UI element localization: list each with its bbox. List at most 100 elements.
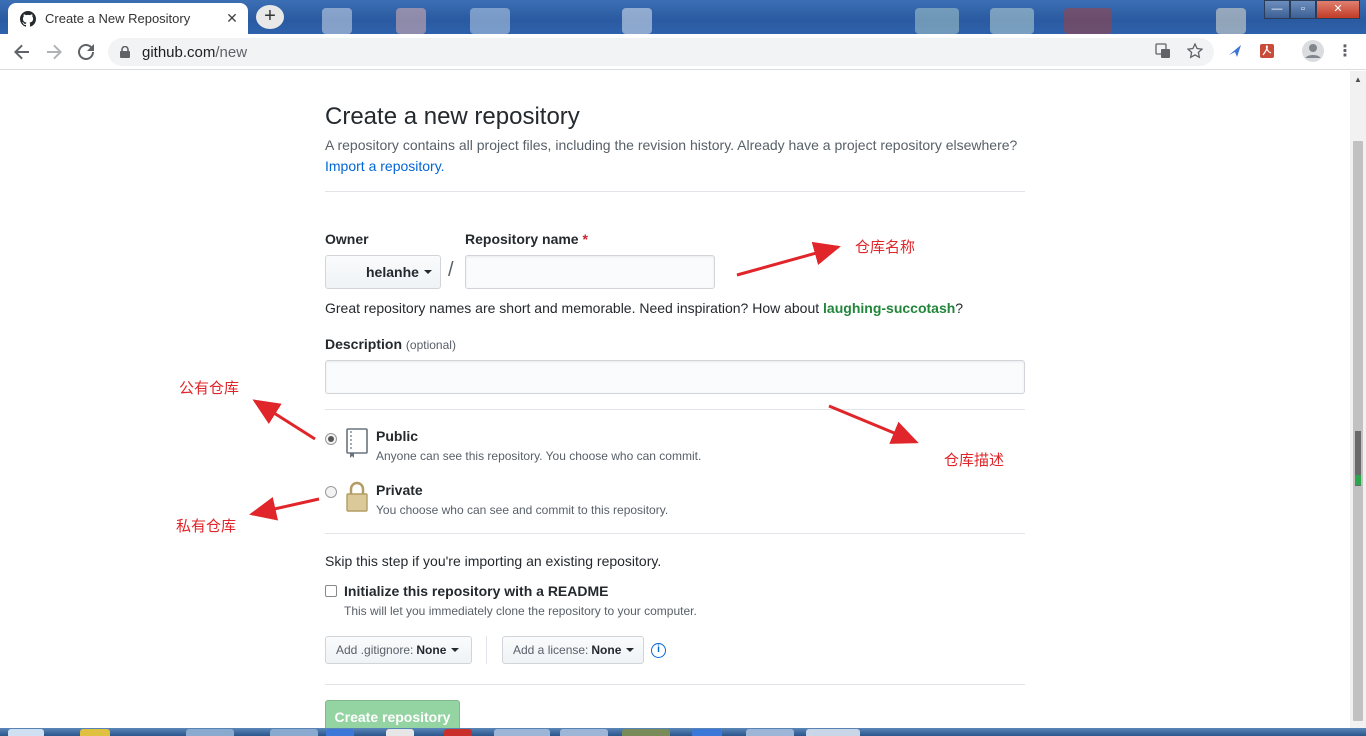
divider: [325, 191, 1025, 192]
taskbar-app[interactable]: [806, 729, 860, 736]
repo-name-label-text: Repository name: [465, 231, 579, 247]
create-repository-button[interactable]: Create repository: [325, 700, 460, 728]
public-title: Public: [376, 428, 419, 444]
gitignore-value: None: [416, 643, 447, 657]
taskbar-app[interactable]: [746, 729, 794, 736]
desktop-icon: [915, 8, 959, 34]
taskbar-app[interactable]: [386, 729, 414, 736]
profile-avatar-icon[interactable]: [1301, 40, 1325, 64]
required-mark: *: [582, 231, 588, 247]
caret-down-icon: [626, 648, 635, 652]
taskbar-app[interactable]: [186, 729, 234, 736]
caret-down-icon: [423, 270, 432, 274]
taskbar-app[interactable]: [444, 729, 472, 736]
bookmark-star-icon[interactable]: [1186, 42, 1204, 61]
readme-checkbox[interactable]: [325, 585, 337, 597]
repo-book-icon: [346, 428, 368, 458]
subtitle-text: A repository contains all project files,…: [325, 137, 1018, 153]
page-content: Create a new repository A repository con…: [0, 71, 1350, 728]
browser-tab-active[interactable]: Create a New Repository ✕: [8, 3, 248, 34]
gitignore-label: Add .gitignore:: [336, 643, 414, 657]
forward-arrow-icon[interactable]: [42, 40, 66, 64]
start-button[interactable]: [8, 729, 44, 736]
taskbar-app[interactable]: [692, 729, 722, 736]
back-arrow-icon[interactable]: [10, 40, 34, 64]
arrow-public: [252, 399, 316, 441]
owner-select-button[interactable]: helanhe: [325, 255, 441, 289]
arrow-description: [828, 404, 919, 444]
address-bar[interactable]: github.com/new: [108, 38, 1214, 66]
taskbar-app[interactable]: [270, 729, 318, 736]
public-description: Anyone can see this repository. You choo…: [376, 449, 702, 463]
tab-title: Create a New Repository: [45, 11, 191, 26]
scroll-marker-active: [1355, 475, 1361, 485]
import-repository-link[interactable]: Import a repository.: [325, 158, 445, 174]
url-host: github.com: [142, 43, 216, 61]
private-description: You choose who can see and commit to thi…: [376, 503, 669, 517]
owner-label: Owner: [325, 231, 369, 247]
owner-name: helanhe: [366, 264, 419, 280]
lock-icon: [346, 481, 368, 512]
reload-icon[interactable]: [74, 40, 98, 64]
os-taskbar: [0, 728, 1366, 736]
info-icon[interactable]: i: [651, 643, 666, 658]
annotation-description: 仓库描述: [944, 451, 1005, 469]
browser-toolbar: github.com/new ⋮: [0, 34, 1366, 70]
readme-description: This will let you immediately clone the …: [344, 604, 697, 618]
translate-icon[interactable]: [1154, 43, 1172, 61]
divider: [325, 409, 1025, 410]
description-label-text: Description: [325, 336, 403, 352]
desktop-icon: [990, 8, 1034, 34]
lock-icon: [120, 46, 130, 58]
window-close-button[interactable]: ✕: [1316, 0, 1360, 19]
browser-menu-icon[interactable]: ⋮: [1336, 43, 1354, 61]
taskbar-app[interactable]: [494, 729, 550, 736]
license-select-button[interactable]: Add a license: None: [502, 636, 644, 664]
taskbar-app[interactable]: [326, 729, 354, 736]
taskbar-app[interactable]: [80, 729, 110, 736]
desktop-icon: [470, 8, 510, 34]
scroll-up-icon[interactable]: ▲: [1354, 75, 1362, 84]
minimize-button[interactable]: —: [1264, 0, 1290, 19]
license-value: None: [591, 643, 622, 657]
gitignore-select-button[interactable]: Add .gitignore: None: [325, 636, 472, 664]
taskbar-app[interactable]: [622, 729, 670, 736]
extension-bird-icon[interactable]: [1226, 43, 1244, 61]
hint-text: Great repository names are short and mem…: [325, 300, 820, 316]
browser-titlebar: Create a New Repository ✕ + — ▫ ✕: [0, 0, 1366, 34]
repo-name-input[interactable]: [465, 255, 715, 289]
divider: [325, 533, 1025, 534]
private-title: Private: [376, 482, 423, 498]
license-label: Add a license:: [513, 643, 589, 657]
readme-title: Initialize this repository with a README: [344, 583, 609, 599]
tab-close-icon[interactable]: ✕: [224, 10, 240, 27]
suggested-name-link[interactable]: laughing-succotash: [823, 300, 955, 316]
desktop-icon: [622, 8, 652, 34]
public-radio[interactable]: [325, 433, 337, 445]
maximize-button[interactable]: ▫: [1290, 0, 1316, 19]
annotation-repo-name: 仓库名称: [855, 238, 916, 256]
extension-pdf-icon[interactable]: [1258, 43, 1276, 61]
url-path: /new: [215, 43, 248, 61]
github-favicon-icon: [20, 10, 36, 27]
desktop-icon: [1216, 8, 1246, 34]
private-radio[interactable]: [325, 486, 337, 498]
description-input[interactable]: [325, 360, 1025, 394]
repo-name-label: Repository name *: [465, 231, 588, 247]
desktop-icon: [322, 8, 352, 34]
new-tab-button[interactable]: +: [256, 5, 284, 29]
page-subtitle: A repository contains all project files,…: [325, 135, 1025, 177]
skip-step-text: Skip this step if you're importing an ex…: [325, 553, 662, 569]
owner-repo-separator: /: [448, 259, 454, 281]
caret-down-icon: [451, 648, 460, 652]
taskbar-app[interactable]: [560, 729, 608, 736]
hint-suffix: ?: [955, 300, 964, 316]
divider: [325, 684, 1025, 685]
arrow-repo-name: [736, 241, 841, 277]
desktop-icon: [396, 8, 426, 34]
window-controls: — ▫ ✕: [1264, 0, 1360, 19]
annotation-private: 私有仓库: [176, 517, 237, 535]
page-scrollbar[interactable]: ▲: [1350, 71, 1366, 728]
desktop-icon: [1064, 8, 1112, 34]
arrow-private: [249, 497, 320, 521]
